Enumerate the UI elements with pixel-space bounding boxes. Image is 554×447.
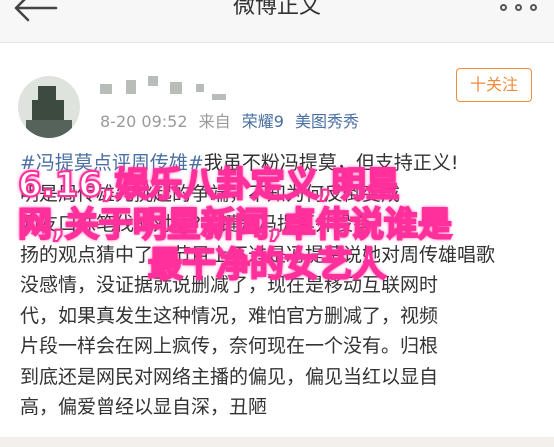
post-line: 片段一样会在网上疯传，奈何现在一个没有。归根 [20,335,439,357]
post-time: 8-20 09:52 [100,112,188,131]
follow-button[interactable]: 十关注 [456,68,532,102]
post-body: #冯提莫点评周传雄#我虽不粉冯提莫，但支持正义! 明是周传雄先挑起的争端，不知为… [20,148,538,423]
post-line: 代，如果真发生这种情况，难怕官方删减了，视频 [20,304,439,327]
post-line: 高，偏爱曾经以显自深，丑陋 [20,396,268,418]
post-line: #冯提莫点评周传雄#我虽不粉冯提莫，但支持正义! [20,148,538,179]
avatar[interactable] [18,76,80,138]
more-dots-icon[interactable] [500,0,540,16]
app-link[interactable]: 美图秀秀 [295,112,359,131]
username-blurred[interactable] [100,76,230,102]
post-text: 我虽不粉冯提莫，但支持正义! [203,152,459,174]
post-meta: 8-20 09:52 来自 荣耀9 美图秀秀 [100,108,359,132]
page-title: 微博正文 [232,0,321,19]
top-bar: 微博正文 [0,0,554,43]
hashtag-link[interactable]: #冯提莫点评周传雄# [20,152,204,174]
post-line: 网友口诛笔伐的对象?关键是冯提莫并没有 [20,213,373,235]
post-line: 明是周传雄先挑起的争端，不知为何反倒变成 [20,182,401,205]
bottom-image-strip [0,437,554,447]
post-line: 没感情，没证据就说删减了，现在是移动互联网时 [20,274,439,296]
device-link[interactable]: 荣耀9 [242,112,284,131]
source-prefix: 来自 [198,112,231,131]
post-line: 到底还是网民对网络主播的偏见，偏见当红以显自 [20,365,439,388]
post-line: 扬的观点猜中了，节目上不过是冯提莫说她对周传雄唱歌 [20,243,496,266]
